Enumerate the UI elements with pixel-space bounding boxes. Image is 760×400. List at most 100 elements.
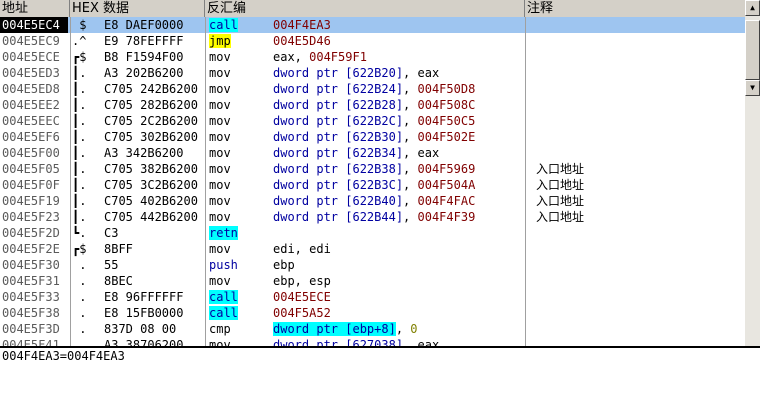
row-hex-bytes: C705 3C2B6200 (104, 178, 198, 192)
disasm-row[interactable]: 004E5F05 ┃. C705 382B6200 mov dword ptr [622… (0, 161, 745, 177)
row-operands: dword ptr [622B24], 004F50D8 (273, 81, 523, 97)
info-text: 004F4EA3=004F4EA3 (2, 349, 125, 363)
row-operands: dword ptr [622B28], 004F508C (273, 97, 523, 113)
row-address: 004E5F38 (2, 306, 60, 320)
operand-token: 004E5D46 (273, 34, 331, 48)
row-operands: dword ptr [622B30], 004F502E (273, 129, 523, 145)
mnemonic-text: mov (209, 162, 231, 176)
info-pane: 004F4EA3=004F4EA3 (0, 348, 760, 400)
row-hex-bytes: A3 38706200 (104, 338, 184, 346)
row-hex-bytes: 8BEC (104, 274, 133, 288)
operand-token: dword ptr [622B28] (273, 98, 404, 112)
row-comment (536, 81, 724, 97)
row-hex-bytes: B8 F1594F00 (104, 50, 184, 64)
row-address: 004E5F05 (2, 162, 60, 176)
row-comment (536, 257, 724, 273)
row-operands: dword ptr [622B44], 004F4F39 (273, 209, 523, 225)
disasm-row[interactable]: 004E5ED3 ┃. A3 202B6200 mov dword ptr [622B2… (0, 65, 745, 81)
disasm-row[interactable]: 004E5F23 ┃. C705 442B6200 mov dword ptr [622… (0, 209, 745, 225)
row-mnemonic: push (208, 257, 271, 273)
operand-token: , (403, 210, 418, 224)
operand-token: dword ptr [622B38] (273, 162, 404, 176)
disasm-row[interactable]: 004E5EE2 ┃. C705 282B6200 mov dword ptr [622… (0, 97, 745, 113)
operand-token: 004F4FAC (417, 194, 476, 208)
operand-token: 004E5ECE (273, 290, 331, 304)
disasm-row[interactable]: 004E5F2D ┗. C3 retn (0, 225, 745, 241)
row-operands: dword ptr [622B40], 004F4FAC (273, 193, 523, 209)
row-address: 004E5F0F (2, 178, 60, 192)
mnemonic-text: mov (209, 274, 231, 288)
disasm-row[interactable]: 004E5F31 . 8BEC mov ebp, esp (0, 273, 745, 289)
disassembly-list[interactable]: 004E5EC4 $ E8 DAEF0000 call 004F4EA3 004E5EC… (0, 17, 745, 346)
row-operands: 004F5A52 (273, 305, 523, 321)
row-hex-bytes: C705 302B6200 (104, 130, 198, 144)
scroll-down-button[interactable]: ▼ (745, 80, 760, 96)
operand-token: 004F508C (417, 98, 476, 112)
disasm-row[interactable]: 004E5ECE ┏$ B8 F1594F00 mov eax, 004F59F1 (0, 49, 745, 65)
disasm-row[interactable]: 004E5EC9 .^ E9 78FEFFFF jmp 004E5D46 (0, 33, 745, 49)
row-comment (536, 289, 724, 305)
row-comment (536, 241, 724, 257)
row-hex-bytes: 55 (104, 258, 119, 272)
row-comment (536, 225, 724, 241)
row-hex-bytes: C705 442B6200 (104, 210, 198, 224)
row-operands: 004E5D46 (273, 33, 523, 49)
disasm-row[interactable]: 004E5F00 ┃. A3 342B6200 mov dword ptr [622B3… (0, 145, 745, 161)
row-mnemonic: mov (208, 113, 271, 129)
mnemonic-text: mov (209, 82, 231, 96)
disasm-row[interactable]: 004E5F33 . E8 96FFFFFF call 004E5ECE (0, 289, 745, 305)
row-branch-marker: ┃. (72, 194, 87, 208)
mnemonic-text: mov (209, 242, 231, 256)
row-address: 004E5F2D (2, 226, 60, 240)
row-operands: dword ptr [622B34], eax (273, 145, 523, 161)
operand-token: dword ptr [622B3C] (273, 178, 404, 192)
column-divider (205, 17, 206, 346)
row-comment: 入口地址 (536, 162, 585, 176)
header-address[interactable]: 地址 (0, 0, 70, 17)
disasm-row[interactable]: 004E5EF6 ┃. C705 302B6200 mov dword ptr [622… (0, 129, 745, 145)
mnemonic-text: mov (209, 114, 231, 128)
header-disassembly[interactable]: 反汇编 (205, 0, 525, 17)
header-hex[interactable]: HEX 数据 (70, 0, 205, 17)
disasm-row[interactable]: 004E5EC4 $ E8 DAEF0000 call 004F4EA3 (0, 17, 745, 33)
row-comment (536, 129, 724, 145)
operand-token: eax, (273, 50, 310, 64)
disasm-row[interactable]: 004E5F3D . 837D 08 00 cmp dword ptr [ebp+8]… (0, 321, 745, 337)
operand-token: ebp (273, 258, 295, 272)
mnemonic-text: call (209, 306, 238, 320)
mnemonic-text: mov (209, 338, 231, 346)
row-branch-marker: $ (72, 18, 87, 32)
row-hex-bytes: E8 96FFFFFF (104, 290, 184, 304)
row-operands: dword ptr [627038], eax (273, 337, 523, 346)
disasm-row[interactable]: 004E5F41 . A3 38706200 mov dword ptr [62703… (0, 337, 745, 346)
mnemonic-text: call (209, 290, 238, 304)
disasm-row[interactable]: 004E5F30 . 55 push ebp (0, 257, 745, 273)
operand-token: 004F50C5 (417, 114, 476, 128)
row-address: 004E5F00 (2, 146, 60, 160)
disasm-row[interactable]: 004E5F0F ┃. C705 3C2B6200 mov dword ptr [622… (0, 177, 745, 193)
disasm-row[interactable]: 004E5F38 . E8 15FB0000 call 004F5A52 (0, 305, 745, 321)
row-operands: dword ptr [ebp+8], 0 (273, 321, 523, 337)
disasm-row[interactable]: 004E5F19 ┃. C705 402B6200 mov dword ptr [622… (0, 193, 745, 209)
row-hex-bytes: E8 15FB0000 (104, 306, 184, 320)
row-comment (536, 17, 724, 33)
row-mnemonic: retn (208, 225, 271, 241)
scroll-up-button[interactable]: ▲ (745, 0, 760, 16)
vertical-scrollbar[interactable]: ▲ ▼ (745, 0, 760, 346)
disasm-row[interactable]: 004E5F2E ┏$ 8BFF mov edi, edi (0, 241, 745, 257)
disasm-row[interactable]: 004E5EEC ┃. C705 2C2B6200 mov dword ptr [622… (0, 113, 745, 129)
disasm-row[interactable]: 004E5ED8 ┃. C705 242B6200 mov dword ptr [622… (0, 81, 745, 97)
operand-token: , (403, 130, 418, 144)
header-comment[interactable]: 注释 (525, 0, 745, 17)
mnemonic-text: mov (209, 178, 231, 192)
row-hex-bytes: A3 202B6200 (104, 66, 184, 80)
row-address: 004E5F31 (2, 274, 60, 288)
mnemonic-text: mov (209, 210, 231, 224)
row-mnemonic: mov (208, 337, 271, 346)
scroll-thumb[interactable] (745, 20, 760, 80)
operand-token: , (403, 194, 418, 208)
row-operands: eax, 004F59F1 (273, 49, 523, 65)
column-header: 地址 HEX 数据 反汇编 注释 (0, 0, 745, 17)
row-mnemonic: mov (208, 129, 271, 145)
row-branch-marker: ┃. (72, 98, 87, 112)
